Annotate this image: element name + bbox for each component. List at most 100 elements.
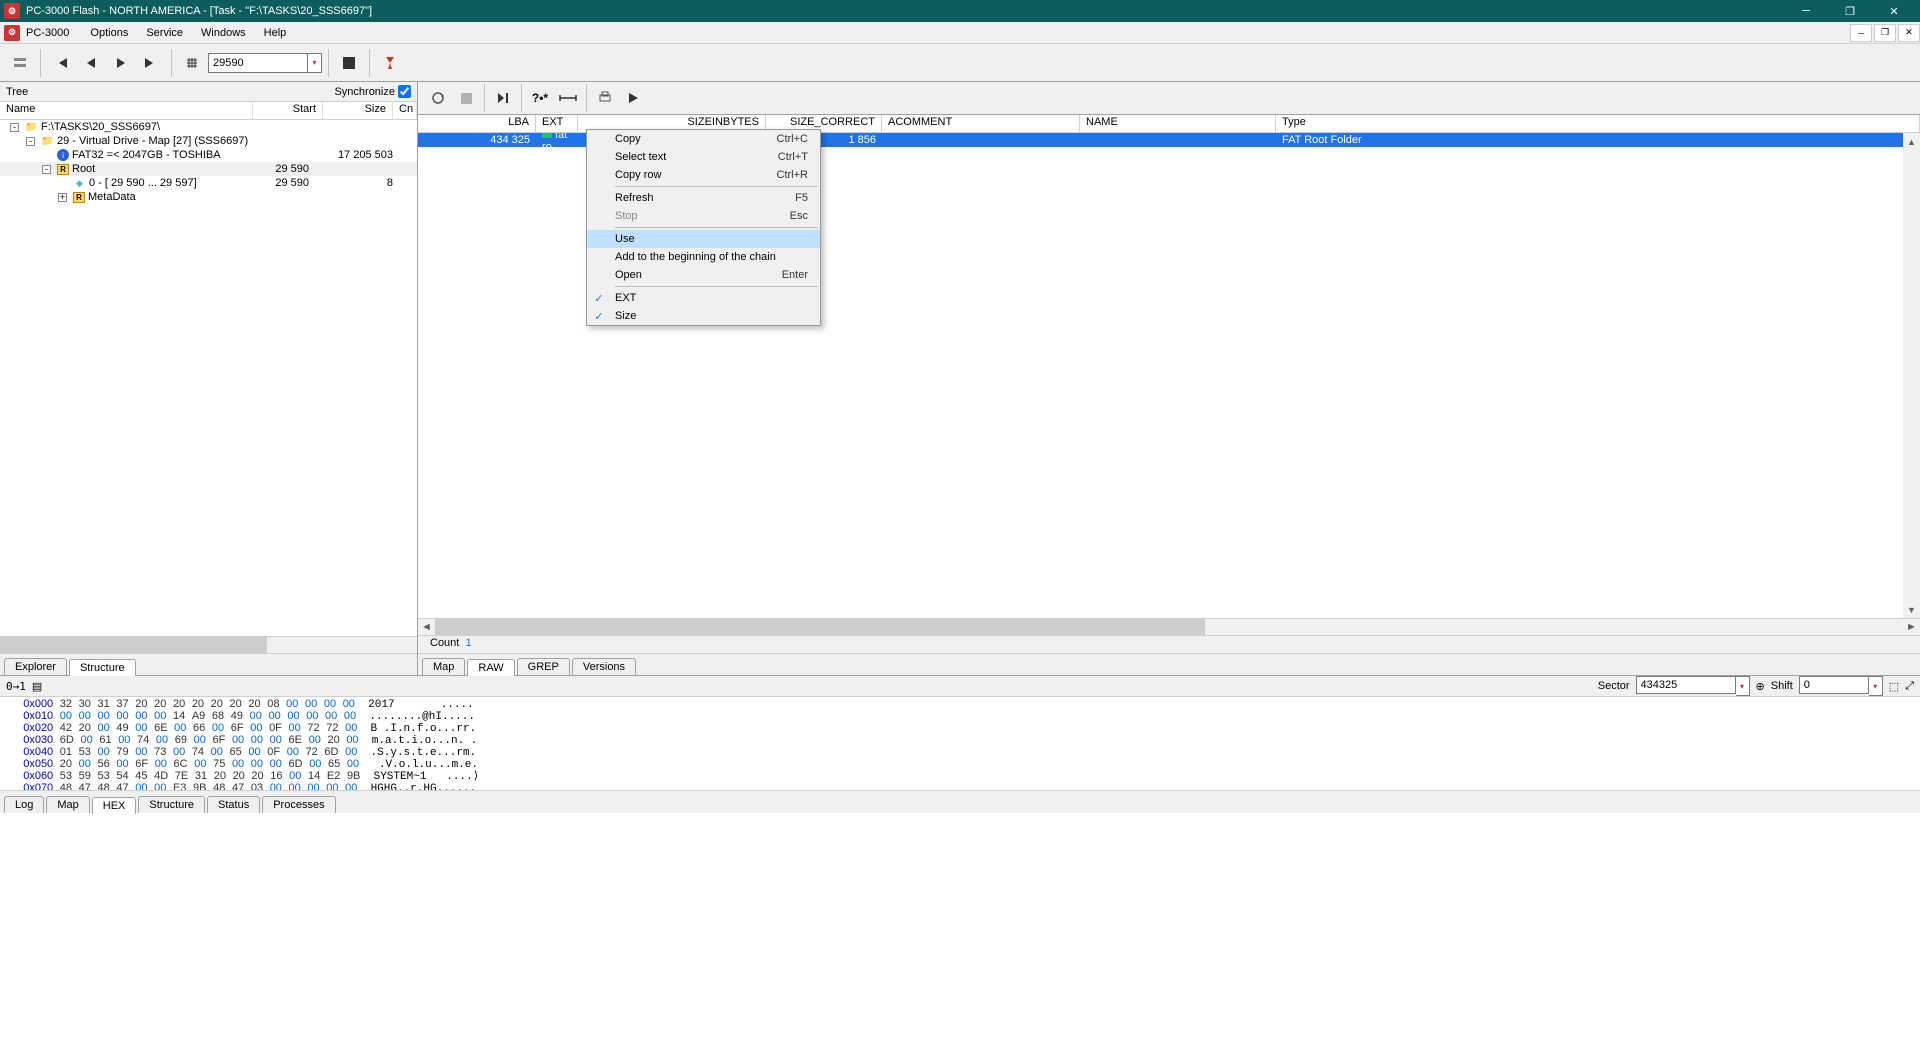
tree-body[interactable]: -📁F:\TASKS\20_SSS6697\-📁29 - Virtual Dri… [0,120,417,636]
hex-tool-icon[interactable]: ▤ [32,680,42,693]
main-split: Tree Synchronize Name Start Size Cn -📁F:… [0,82,1920,675]
stop2-icon[interactable] [452,84,480,112]
expander-icon[interactable]: - [10,123,19,132]
grid-icon[interactable] [178,49,206,77]
nav-prev-icon[interactable] [77,49,105,77]
toolbar-tasks-icon[interactable] [6,49,34,77]
th-ext[interactable]: EXT [536,115,578,132]
close-button[interactable]: ✕ [1872,0,1916,22]
refresh-icon[interactable] [424,84,452,112]
th-type[interactable]: Type [1276,115,1920,132]
tab-raw[interactable]: RAW [467,659,514,676]
menu-item[interactable]: Add to the beginning of the chain [587,248,820,266]
tree-hscroll[interactable] [0,636,417,653]
r-icon: R [73,192,85,203]
expander-icon[interactable]: + [58,193,67,202]
col-name[interactable]: Name [0,102,253,119]
tree-label: F:\TASKS\20_SSS6697\ [41,121,160,133]
mdi-restore[interactable]: ❐ [1874,24,1896,42]
th-name[interactable]: NAME [1080,115,1276,132]
app-small-icon: ⚙ [4,25,20,41]
tool-icon[interactable] [376,49,404,77]
stop-icon[interactable] [335,49,363,77]
check-icon: ✓ [587,310,611,323]
minimize-button[interactable]: ─ [1784,0,1828,22]
tree-label: 29 - Virtual Drive - Map [27] (SSS6697) [57,135,248,147]
range-icon[interactable] [554,84,582,112]
hex-btn2-icon[interactable]: ⤢ [1905,680,1914,693]
hex-btn1-icon[interactable]: ⬚ [1889,680,1899,693]
mdi-minimize[interactable]: ─ [1850,24,1872,42]
tree-label: Root [72,163,95,175]
sector-input[interactable] [1636,676,1736,694]
cell-type: FAT Root Folder [1276,134,1920,146]
tab-explorer[interactable]: Explorer [4,658,67,675]
tab-status[interactable]: Status [207,796,260,813]
nav-next-icon[interactable] [107,49,135,77]
tree-row[interactable]: iFAT32 =< 2047GB - TOSHIBA17 205 503 [0,148,417,162]
tab-log[interactable]: Log [4,796,44,813]
menu-item[interactable]: OpenEnter [587,266,820,284]
tree-row[interactable]: -📁29 - Virtual Drive - Map [27] (SSS6697… [0,134,417,148]
menu-item[interactable]: Select textCtrl+T [587,148,820,166]
nav-first-icon[interactable] [47,49,75,77]
col-cn[interactable]: Cn [393,102,417,119]
table-hscroll[interactable]: ◄► [418,618,1920,635]
sector-dropdown[interactable]: ▾ [1736,676,1750,696]
menu-item[interactable]: Copy rowCtrl+R [587,166,820,184]
count-bar: Count 1 [418,635,1920,653]
table-vscroll[interactable]: ▲▼ [1903,133,1920,618]
nav-last-icon[interactable] [137,49,165,77]
folder-icon: 📁 [25,121,38,134]
tree-columns: Name Start Size Cn [0,102,417,120]
shift-dropdown[interactable]: ▾ [1869,676,1883,696]
tab-versions[interactable]: Versions [572,658,636,675]
menu-item[interactable]: RefreshF5 [587,189,820,207]
app-icon: ⚙ [4,3,20,19]
menu-windows[interactable]: Windows [192,24,255,42]
maximize-button[interactable]: ❐ [1828,0,1872,22]
tab-structure2[interactable]: Structure [138,796,205,813]
col-size[interactable]: Size [323,102,393,119]
tree-row[interactable]: +RMetaData [0,190,417,204]
th-comment[interactable]: ACOMMENT [882,115,1080,132]
menu-options[interactable]: Options [81,24,137,42]
hex-mode-label: 0→1 [6,680,26,693]
menu-item[interactable]: ✓EXT [587,289,820,307]
position-input[interactable] [208,53,308,73]
window-title: PC-3000 Flash - NORTH AMERICA - [Task - … [26,5,1784,17]
menu-item[interactable]: CopyCtrl+C [587,130,820,148]
filter-icon[interactable]: ?•* [526,84,554,112]
tab-map2[interactable]: Map [46,796,89,813]
menu-help[interactable]: Help [255,24,296,42]
print-icon[interactable] [591,84,619,112]
col-start[interactable]: Start [253,102,323,119]
tab-map[interactable]: Map [422,658,465,675]
folder-icon: 📁 [41,135,54,148]
cell-ext: fat ro [536,133,578,153]
tab-hex[interactable]: HEX [92,797,137,814]
menu-service[interactable]: Service [137,24,192,42]
expander-icon[interactable]: - [26,137,35,146]
menu-item: StopEsc [587,207,820,225]
position-dropdown[interactable]: ▾ [308,53,322,73]
play-icon[interactable] [619,84,647,112]
expander-icon[interactable]: - [42,165,51,174]
mdi-close[interactable]: ✕ [1898,24,1920,42]
hex-view[interactable]: 0x000 32 30 31 37 20 20 20 20 20 20 20 0… [0,697,1920,791]
skip-icon[interactable] [489,84,517,112]
tree-row[interactable]: -📁F:\TASKS\20_SSS6697\ [0,120,417,134]
th-lba[interactable]: LBA [418,115,536,132]
hex-header: 0→1 ▤ Sector ▾ ⊕ Shift ▾ ⬚ ⤢ [0,675,1920,697]
tree-row[interactable]: -RRoot29 590 [0,162,417,176]
tree-row[interactable]: ◆0 - [ 29 590 ... 29 597]29 5908 [0,176,417,190]
tab-grep[interactable]: GREP [517,658,570,675]
tab-structure[interactable]: Structure [69,659,136,676]
lock-icon[interactable]: ⊕ [1756,680,1765,693]
synchronize-checkbox[interactable]: Synchronize [334,85,411,98]
shift-input[interactable] [1799,676,1869,694]
menu-item[interactable]: ✓Size [587,307,820,325]
context-menu[interactable]: CopyCtrl+CSelect textCtrl+TCopy rowCtrl+… [586,129,821,326]
tab-processes[interactable]: Processes [262,796,335,813]
menu-item[interactable]: Use [587,230,820,248]
